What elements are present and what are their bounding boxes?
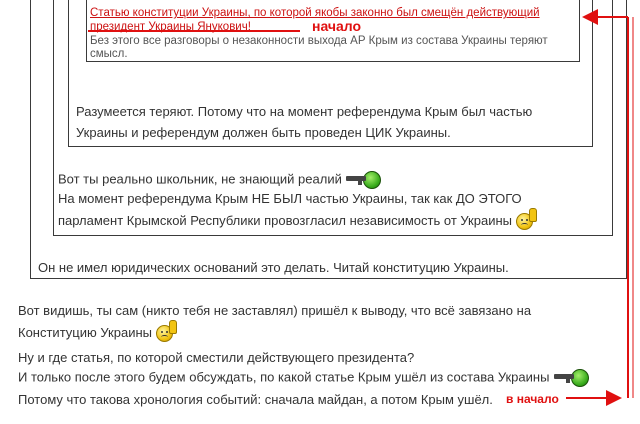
reply-line2-text: Конституцию Украины (18, 325, 152, 340)
quote4-line3: Без этого все разговоры о незаконности в… (90, 35, 548, 47)
quote4-line4: смысл. (90, 48, 128, 60)
start-label: начало (312, 18, 362, 34)
gun-smiley-icon (346, 171, 382, 189)
quote2-line1-text: Вот ты реально школьник, не знающий реал… (58, 171, 342, 187)
reply-line5: Потому что такова хронология событий: сн… (18, 392, 493, 407)
sad-smiley-icon (515, 208, 537, 231)
quote2-line1: Вот ты реально школьник, не знающий реал… (58, 171, 382, 189)
quote2-line2: На момент референдума Крым НЕ БЫЛ частью… (58, 191, 522, 206)
quote3-line1: Разумеется теряют. Потому что на момент … (76, 104, 533, 119)
quote1-line1: Он не имел юридических оснований это дел… (38, 260, 509, 275)
quote2-line3-text: парламент Крымской Республики провозглас… (58, 213, 512, 228)
to-start-link[interactable]: в начало (506, 392, 559, 406)
reply-line2: Конституцию Украины (18, 320, 177, 343)
quote4-line2: президент Украины Янукович! (90, 21, 251, 33)
sad-smiley-icon (155, 320, 177, 343)
reply-line4: И только после этого будем обсуждать, по… (18, 369, 590, 387)
quote2-line3: парламент Крымской Республики провозглас… (58, 208, 537, 231)
reply-line4-text: И только после этого будем обсуждать, по… (18, 369, 550, 385)
reply-line1: Вот видишь, ты сам (никто тебя не застав… (18, 303, 532, 318)
reply-line3: Ну и где статья, по которой сместили дей… (18, 350, 415, 365)
quote3-line2: Украины и референдум должен быть проведе… (76, 125, 451, 140)
gun-smiley-icon (554, 369, 590, 387)
